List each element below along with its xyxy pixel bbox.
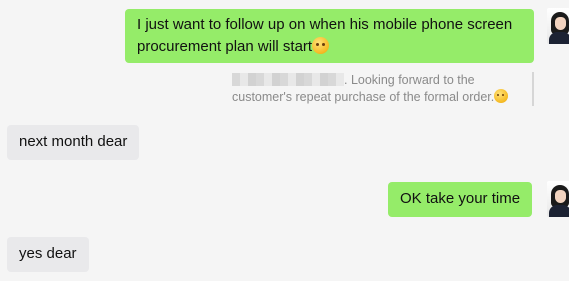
message-text: yes dear bbox=[19, 245, 77, 262]
message-text: OK take your time bbox=[400, 190, 521, 207]
monocle-face-emoji-icon bbox=[494, 89, 509, 103]
user-avatar[interactable] bbox=[547, 8, 569, 44]
redacted-sender-name bbox=[232, 73, 344, 86]
outgoing-message-bubble[interactable]: OK take your time bbox=[388, 182, 533, 217]
message-text: next month dear bbox=[19, 133, 128, 150]
incoming-message-bubble[interactable]: yes dear bbox=[7, 237, 89, 272]
incoming-message-bubble[interactable]: next month dear bbox=[7, 125, 140, 160]
outgoing-message-bubble[interactable]: I just want to follow up on when his mob… bbox=[125, 9, 534, 63]
user-avatar[interactable] bbox=[547, 181, 569, 217]
thinking-face-emoji-icon bbox=[312, 37, 330, 54]
quoted-message[interactable]: . Looking forward to the customer's repe… bbox=[232, 72, 534, 106]
chat-panel: I just want to follow up on when his mob… bbox=[0, 0, 569, 281]
